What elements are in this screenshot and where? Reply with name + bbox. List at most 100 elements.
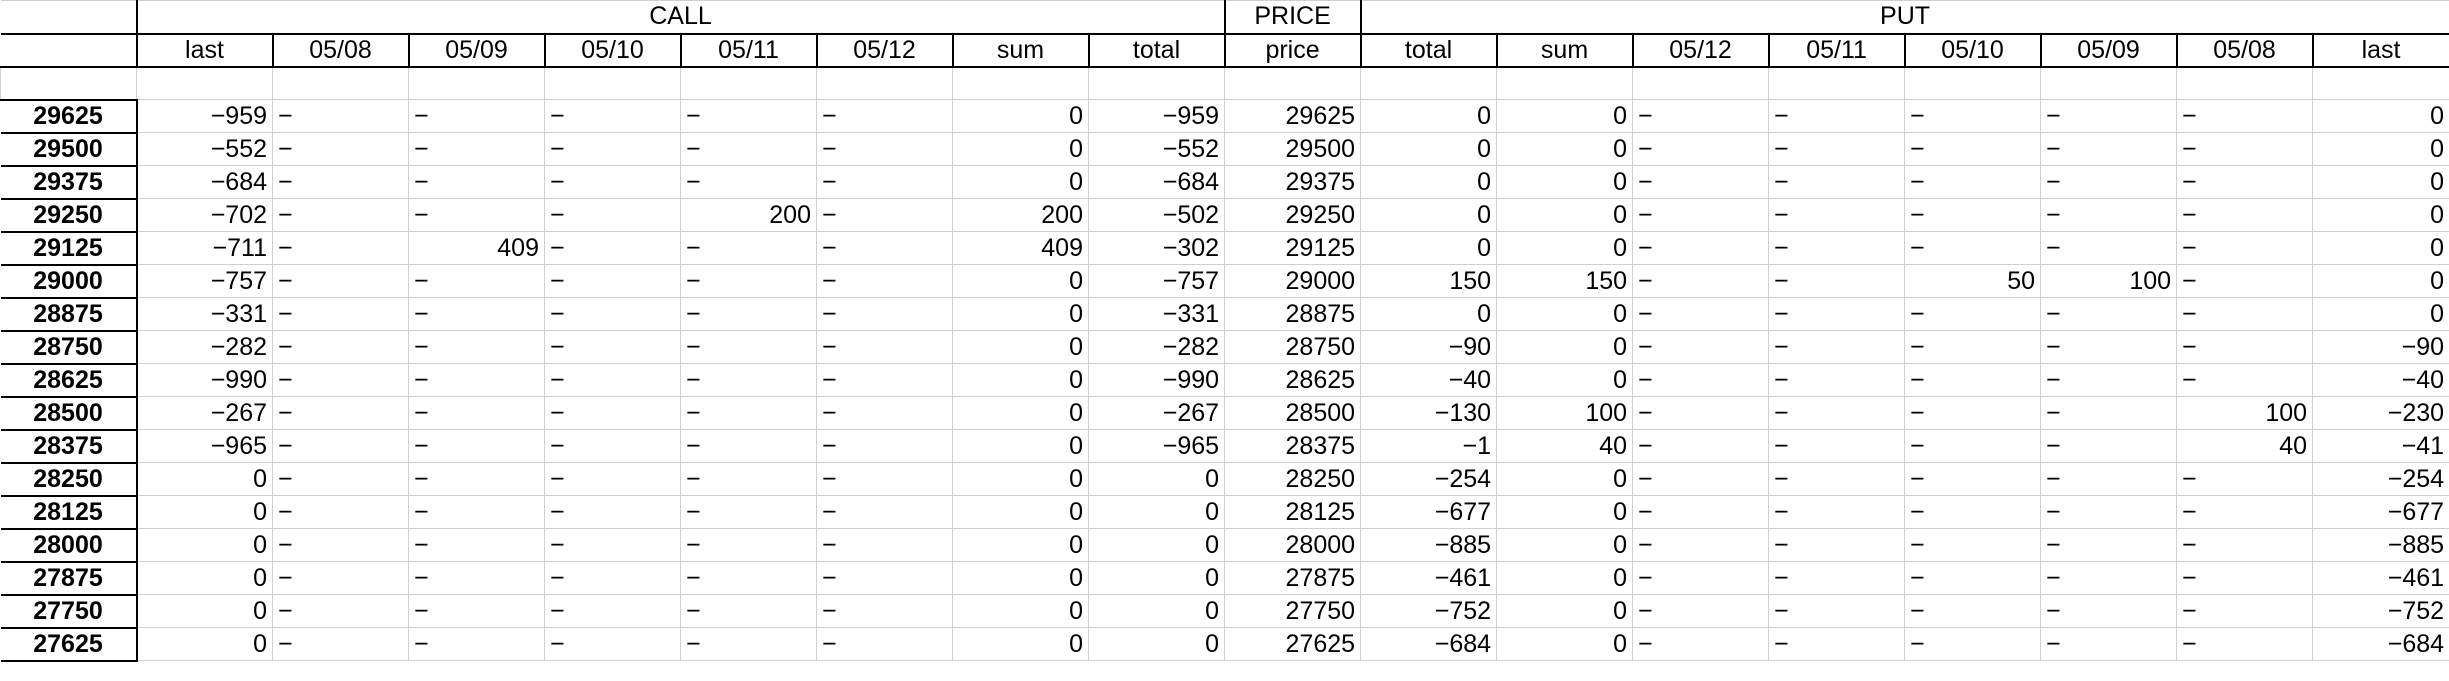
table-cell[interactable]: − <box>544 429 681 463</box>
table-cell[interactable]: − <box>544 561 681 595</box>
table-cell[interactable]: 29375 <box>1224 165 1362 199</box>
table-cell[interactable]: − <box>272 198 409 232</box>
col-header-call-0510[interactable]: 05/10 <box>544 33 682 68</box>
table-cell[interactable]: 28125 <box>1224 495 1362 529</box>
strike-row-header[interactable]: 27875 <box>0 560 138 596</box>
table-cell[interactable]: − <box>1768 198 1906 232</box>
blank-cell[interactable] <box>2176 66 2314 100</box>
table-cell[interactable]: − <box>1768 297 1906 331</box>
table-cell[interactable]: 0 <box>952 330 1089 364</box>
table-cell[interactable]: −282 <box>136 330 273 364</box>
table-cell[interactable]: 0 <box>1087 528 1226 562</box>
table-cell[interactable]: 0 <box>952 594 1089 628</box>
table-cell[interactable]: − <box>1632 132 1770 166</box>
table-cell[interactable]: 0 <box>1496 363 1634 397</box>
table-cell[interactable]: − <box>2176 264 2314 298</box>
table-cell[interactable]: − <box>408 396 545 430</box>
blank-cell[interactable] <box>272 66 409 100</box>
strike-row-header[interactable]: 28625 <box>0 362 138 398</box>
table-cell[interactable]: − <box>2040 561 2178 595</box>
table-cell[interactable]: − <box>272 495 409 529</box>
table-cell[interactable]: − <box>2176 165 2314 199</box>
table-cell[interactable]: − <box>816 528 953 562</box>
table-cell[interactable]: − <box>680 363 817 397</box>
table-cell[interactable]: − <box>680 495 817 529</box>
table-cell[interactable]: − <box>272 264 409 298</box>
table-cell[interactable]: − <box>1904 462 2042 496</box>
table-cell[interactable]: − <box>2176 495 2314 529</box>
group-put-header[interactable]: PUT <box>1360 0 2449 35</box>
table-cell[interactable]: − <box>816 264 953 298</box>
table-cell[interactable]: −965 <box>1087 429 1226 463</box>
table-cell[interactable]: − <box>1768 561 1906 595</box>
strike-row-header[interactable]: 28375 <box>0 428 138 464</box>
table-cell[interactable]: − <box>1904 396 2042 430</box>
table-cell[interactable]: 0 <box>1087 627 1226 661</box>
table-cell[interactable]: − <box>408 429 545 463</box>
table-cell[interactable]: − <box>2040 594 2178 628</box>
table-cell[interactable]: 0 <box>1496 132 1634 166</box>
table-cell[interactable]: 0 <box>1496 99 1634 133</box>
table-cell[interactable]: − <box>408 627 545 661</box>
group-call-header[interactable]: CALL <box>135 0 1226 35</box>
table-cell[interactable]: − <box>544 165 681 199</box>
col-header-put-sum[interactable]: sum <box>1496 33 1634 68</box>
table-cell[interactable]: −130 <box>1360 396 1498 430</box>
table-cell[interactable]: 0 <box>1496 297 1634 331</box>
col-header-put-0510[interactable]: 05/10 <box>1904 33 2042 68</box>
table-cell[interactable]: − <box>1904 561 2042 595</box>
table-cell[interactable]: − <box>816 297 953 331</box>
blank-cell[interactable] <box>408 66 545 100</box>
table-cell[interactable]: −90 <box>2312 330 2449 364</box>
table-cell[interactable]: − <box>272 363 409 397</box>
table-cell[interactable]: 0 <box>952 528 1089 562</box>
table-cell[interactable]: 29125 <box>1224 231 1362 265</box>
table-cell[interactable]: − <box>1904 528 2042 562</box>
col-header-call-0512[interactable]: 05/12 <box>816 33 954 68</box>
table-cell[interactable]: − <box>1904 231 2042 265</box>
blank-cell[interactable] <box>1360 66 1498 100</box>
table-cell[interactable]: −959 <box>136 99 273 133</box>
table-cell[interactable]: − <box>272 132 409 166</box>
table-cell[interactable]: −702 <box>136 198 273 232</box>
table-cell[interactable]: − <box>2040 396 2178 430</box>
table-cell[interactable]: 0 <box>952 429 1089 463</box>
table-cell[interactable]: − <box>408 198 545 232</box>
table-cell[interactable]: − <box>816 495 953 529</box>
table-cell[interactable]: − <box>1632 396 1770 430</box>
table-cell[interactable]: − <box>1632 264 1770 298</box>
table-cell[interactable]: − <box>816 627 953 661</box>
table-cell[interactable]: 0 <box>952 363 1089 397</box>
table-cell[interactable]: − <box>1904 495 2042 529</box>
table-cell[interactable]: − <box>2176 99 2314 133</box>
blank-cell[interactable] <box>816 66 953 100</box>
blank-cell[interactable] <box>1496 66 1634 100</box>
table-cell[interactable]: 0 <box>1360 165 1498 199</box>
col-header-call-0508[interactable]: 05/08 <box>272 33 410 68</box>
table-cell[interactable]: − <box>1768 429 1906 463</box>
table-cell[interactable]: − <box>544 264 681 298</box>
table-cell[interactable]: − <box>408 561 545 595</box>
strike-row-header[interactable]: 29250 <box>0 197 138 233</box>
table-cell[interactable]: 0 <box>136 594 273 628</box>
table-cell[interactable]: 0 <box>952 627 1089 661</box>
table-cell[interactable]: 28500 <box>1224 396 1362 430</box>
table-cell[interactable]: − <box>272 627 409 661</box>
table-cell[interactable]: −461 <box>1360 561 1498 595</box>
table-cell[interactable]: 40 <box>2176 429 2314 463</box>
table-cell[interactable]: − <box>272 594 409 628</box>
table-cell[interactable]: − <box>2040 627 2178 661</box>
table-cell[interactable]: 28250 <box>1224 462 1362 496</box>
table-cell[interactable]: − <box>816 429 953 463</box>
table-cell[interactable]: 0 <box>1496 495 1634 529</box>
table-cell[interactable]: − <box>816 363 953 397</box>
table-cell[interactable]: −752 <box>1360 594 1498 628</box>
table-cell[interactable]: −40 <box>2312 363 2449 397</box>
table-cell[interactable]: 0 <box>1087 495 1226 529</box>
table-cell[interactable]: − <box>544 363 681 397</box>
table-cell[interactable]: 27875 <box>1224 561 1362 595</box>
table-cell[interactable]: −885 <box>2312 528 2449 562</box>
table-cell[interactable]: 0 <box>1087 561 1226 595</box>
table-cell[interactable]: 0 <box>136 627 273 661</box>
table-cell[interactable]: 0 <box>136 462 273 496</box>
